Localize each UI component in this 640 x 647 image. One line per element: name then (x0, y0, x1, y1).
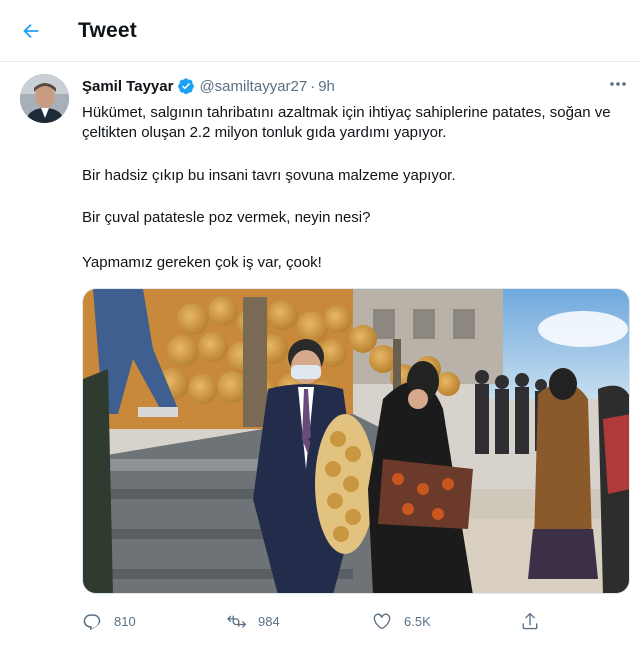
author-row: Şamil Tayyar @samiltayyar27 · 9h (82, 76, 335, 96)
heart-icon (373, 613, 391, 629)
share-button[interactable] (520, 606, 552, 636)
separator-dot: · (310, 77, 316, 95)
author-display-name[interactable]: Şamil Tayyar (82, 78, 173, 95)
tweet-paragraph-2: Bir hadsiz çıkıp bu insani tavrı şovuna … (82, 167, 456, 184)
avatar-image (20, 74, 69, 123)
tweet-header: Tweet (0, 0, 640, 62)
arrow-left-icon (23, 23, 39, 39)
more-horizontal-icon (610, 82, 626, 86)
retweet-count: 984 (258, 613, 280, 629)
author-handle[interactable]: @samiltayyar27 (199, 78, 307, 95)
page-title: Tweet (78, 19, 137, 42)
like-count: 6.5K (404, 613, 431, 629)
reply-button[interactable]: 810 (82, 606, 136, 636)
tweet-photo[interactable] (82, 288, 630, 594)
tweet-timestamp[interactable]: 9h (318, 78, 335, 95)
more-options-button[interactable] (606, 74, 630, 94)
verified-badge-icon (177, 77, 195, 95)
photo-image (83, 289, 629, 593)
retweet-button[interactable]: 984 (226, 606, 280, 636)
tweet-paragraph-4: Yapmamız gereken çok iş var, çook! (82, 254, 322, 271)
avatar[interactable] (20, 74, 69, 123)
like-button[interactable]: 6.5K (372, 606, 431, 636)
reply-count: 810 (114, 613, 136, 629)
retweet-icon (227, 615, 246, 628)
tweet-paragraph-1: Hükümet, salgının tahribatını azaltmak i… (82, 104, 611, 141)
reply-icon (83, 614, 101, 631)
share-icon (522, 612, 538, 630)
tweet-actions: 810 984 6.5K (82, 606, 630, 636)
tweet-paragraph-3: Bir çuval patatesle poz vermek, neyin ne… (82, 209, 371, 226)
back-button[interactable] (14, 14, 48, 48)
